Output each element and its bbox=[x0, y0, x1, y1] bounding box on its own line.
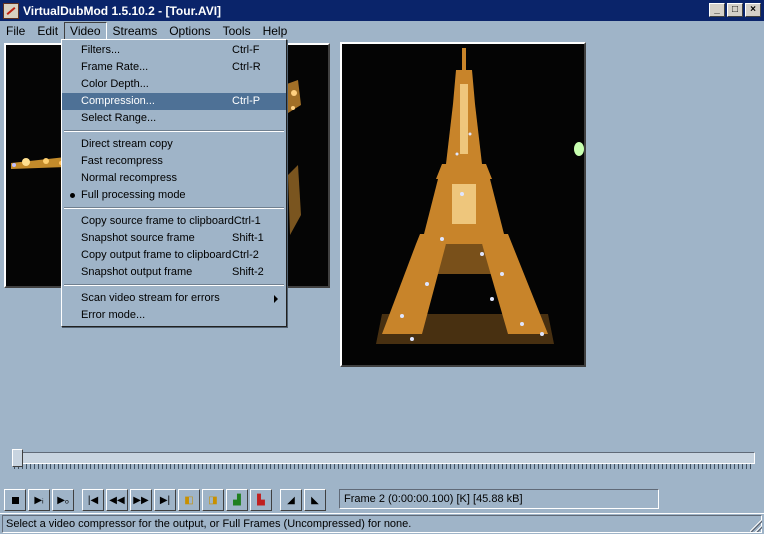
menu-item-full-processing[interactable]: Full processing mode bbox=[62, 187, 286, 204]
title-bar: VirtualDubMod 1.5.10.2 - [Tour.AVI] _ □ … bbox=[0, 0, 764, 21]
maximize-button[interactable]: □ bbox=[727, 3, 743, 17]
menu-separator bbox=[64, 207, 284, 209]
menu-item-snapshot-output-frame[interactable]: Snapshot output frame Shift-2 bbox=[62, 264, 286, 281]
play-input-icon: ▶ᵢ bbox=[34, 494, 44, 506]
timeline-ticks bbox=[14, 464, 753, 469]
background-light bbox=[574, 142, 584, 156]
previous-scene-button[interactable]: ▟ bbox=[226, 489, 248, 511]
menu-item-frame-rate[interactable]: Frame Rate... Ctrl-R bbox=[62, 59, 286, 76]
menu-item-select-range[interactable]: Select Range... bbox=[62, 110, 286, 127]
mark-in-icon: ◢ bbox=[287, 494, 295, 506]
video-menu-dropdown: Filters... Ctrl-F Frame Rate... Ctrl-R Col… bbox=[61, 39, 287, 327]
menu-file[interactable]: File bbox=[0, 22, 31, 40]
previous-scene-icon: ▟ bbox=[233, 494, 241, 506]
status-bar: Select a video compressor for the output… bbox=[0, 513, 764, 534]
stop-button[interactable] bbox=[4, 489, 26, 511]
mark-out-icon: ◣ bbox=[311, 494, 319, 506]
radio-bullet-icon bbox=[70, 193, 75, 198]
timeline-track[interactable] bbox=[12, 452, 755, 464]
window-title: VirtualDubMod 1.5.10.2 - [Tour.AVI] bbox=[23, 3, 222, 18]
menu-item-filters[interactable]: Filters... Ctrl-F bbox=[62, 42, 286, 59]
mark-in-button[interactable]: ◢ bbox=[280, 489, 302, 511]
go-to-start-icon: |◀ bbox=[87, 494, 99, 506]
go-to-end-icon: ▶| bbox=[159, 494, 171, 506]
close-button[interactable]: × bbox=[745, 3, 761, 17]
menu-bar: File Edit Video Streams Options Tools He… bbox=[0, 21, 764, 40]
next-scene-icon: ▙ bbox=[257, 494, 265, 506]
menu-item-fast-recompress[interactable]: Fast recompress bbox=[62, 153, 286, 170]
play-output-icon: ▶ₒ bbox=[57, 494, 69, 506]
next-keyframe-icon: ◨ bbox=[208, 494, 218, 506]
minimize-button[interactable]: _ bbox=[709, 3, 725, 17]
step-backward-button[interactable]: ◀◀ bbox=[106, 489, 128, 511]
menu-help[interactable]: Help bbox=[257, 22, 294, 40]
go-to-start-button[interactable]: |◀ bbox=[82, 489, 104, 511]
go-to-end-button[interactable]: ▶| bbox=[154, 489, 176, 511]
menu-options[interactable]: Options bbox=[163, 22, 216, 40]
output-video-pane[interactable] bbox=[340, 42, 586, 367]
output-frame-image bbox=[342, 44, 584, 365]
previous-keyframe-icon: ◧ bbox=[184, 494, 194, 506]
menu-item-direct-stream-copy[interactable]: Direct stream copy bbox=[62, 136, 286, 153]
menu-item-color-depth[interactable]: Color Depth... bbox=[62, 76, 286, 93]
app-icon bbox=[3, 2, 19, 19]
menu-item-snapshot-source-frame[interactable]: Snapshot source frame Shift-1 bbox=[62, 230, 286, 247]
next-keyframe-button[interactable]: ◨ bbox=[202, 489, 224, 511]
menu-item-compression[interactable]: Compression... Ctrl-P bbox=[62, 93, 286, 110]
play-input-button[interactable]: ▶ᵢ bbox=[28, 489, 50, 511]
rewind-icon: ◀◀ bbox=[109, 494, 125, 506]
playback-toolbar: ▶ᵢ ▶ₒ |◀ ◀◀ ▶▶ ▶| ◧ ◨ ▟ ▙ ◢ ◣ bbox=[4, 489, 328, 511]
next-scene-button[interactable]: ▙ bbox=[250, 489, 272, 511]
menu-item-scan-errors[interactable]: Scan video stream for errors bbox=[62, 290, 286, 307]
frame-info-display: Frame 2 (0:00:00.100) [K] [45.88 kB] bbox=[339, 489, 659, 509]
window-controls: _ □ × bbox=[709, 3, 761, 17]
menu-separator bbox=[64, 130, 284, 132]
submenu-arrow-icon bbox=[274, 295, 278, 303]
menu-video[interactable]: Video bbox=[64, 21, 107, 40]
play-output-button[interactable]: ▶ₒ bbox=[52, 489, 74, 511]
resize-grip-icon[interactable] bbox=[750, 520, 762, 532]
step-forward-button[interactable]: ▶▶ bbox=[130, 489, 152, 511]
menu-streams[interactable]: Streams bbox=[107, 22, 164, 40]
menu-separator bbox=[64, 284, 284, 286]
fast-forward-icon: ▶▶ bbox=[133, 494, 149, 506]
menu-item-copy-source-frame[interactable]: Copy source frame to clipboard Ctrl-1 bbox=[62, 213, 286, 230]
menu-tools[interactable]: Tools bbox=[217, 22, 257, 40]
menu-edit[interactable]: Edit bbox=[31, 22, 64, 40]
menu-item-copy-output-frame[interactable]: Copy output frame to clipboard Ctrl-2 bbox=[62, 247, 286, 264]
previous-keyframe-button[interactable]: ◧ bbox=[178, 489, 200, 511]
menu-item-normal-recompress[interactable]: Normal recompress bbox=[62, 170, 286, 187]
menu-item-error-mode[interactable]: Error mode... bbox=[62, 307, 286, 324]
stop-icon bbox=[11, 496, 19, 504]
timeline-position-thumb[interactable] bbox=[12, 449, 23, 467]
mark-out-button[interactable]: ◣ bbox=[304, 489, 326, 511]
status-text: Select a video compressor for the output… bbox=[2, 515, 762, 533]
